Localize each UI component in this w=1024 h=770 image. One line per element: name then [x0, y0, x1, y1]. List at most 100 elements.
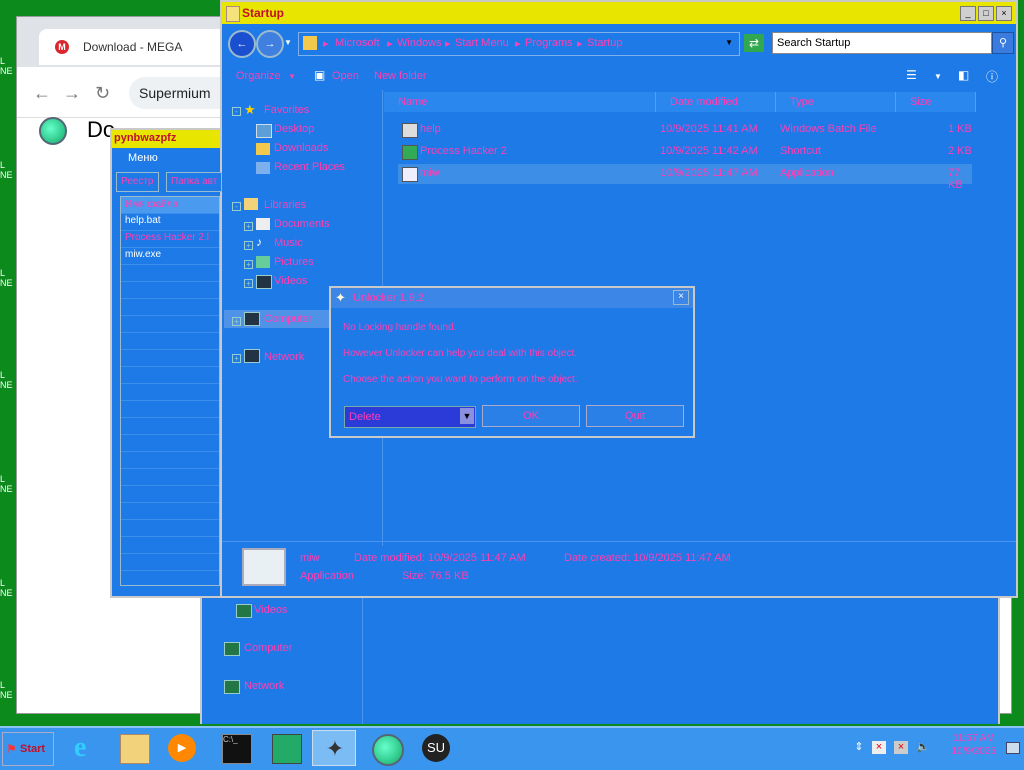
nav-item-videos[interactable]: Videos	[254, 604, 287, 616]
view-list-icon[interactable]: ☰	[906, 68, 917, 82]
search-icon[interactable]: ⚲	[992, 32, 1014, 54]
minimize-button[interactable]: _	[960, 6, 976, 21]
taskbar-file-explorer[interactable]	[112, 730, 156, 766]
nav-item-network[interactable]: Network	[244, 680, 284, 692]
refresh-icon[interactable]: ⇄	[744, 34, 764, 52]
column-header-date[interactable]: Date modified	[656, 92, 776, 112]
batch-file-icon	[402, 123, 418, 138]
expand-icon[interactable]: +	[244, 241, 253, 250]
taskbar-supermium[interactable]: SU	[414, 730, 458, 766]
expand-icon[interactable]: +	[244, 222, 253, 231]
taskbar-network-globe[interactable]	[364, 730, 408, 766]
show-hidden-icons[interactable]: ⇕	[852, 741, 866, 754]
taskbar-command-prompt[interactable]: C:\_	[214, 730, 258, 766]
tab-autostart-folder[interactable]: Папка авт	[166, 172, 223, 192]
file-row[interactable]: Process Hacker 2 10/9/2025 11:42 AM Shor…	[398, 142, 972, 162]
chevron-down-icon[interactable]: ▼	[288, 72, 296, 81]
browser-tab[interactable]: M Download - MEGA	[39, 29, 239, 65]
column-header-type[interactable]: Type	[776, 92, 896, 112]
nav-item-documents[interactable]: Documents	[274, 218, 330, 230]
explorer-titlebar[interactable]: Startup _ □ ×	[222, 2, 1016, 24]
ruswin-titlebar[interactable]: pynbwazpfz	[112, 130, 220, 148]
search-field[interactable]	[772, 32, 992, 54]
file-date: 10/9/2025 11:42 AM	[660, 145, 758, 157]
maximize-button[interactable]: □	[978, 6, 994, 21]
globe-icon	[39, 117, 67, 145]
column-header-name[interactable]: Name	[384, 92, 656, 112]
taskbar-media-player[interactable]: ▶	[160, 730, 204, 766]
nav-item-downloads[interactable]: Downloads	[274, 142, 328, 154]
organize-button[interactable]: Organize	[236, 70, 281, 82]
breadcrumb-item[interactable]: Programs	[525, 37, 573, 49]
file-explorer-icon	[120, 734, 150, 764]
close-button[interactable]: ×	[996, 6, 1012, 21]
expand-icon[interactable]: +	[232, 354, 241, 363]
collapse-icon[interactable]: -	[232, 202, 241, 211]
breadcrumb-item[interactable]: Startup	[587, 37, 622, 49]
forward-arrow-icon[interactable]: →	[63, 83, 81, 104]
nav-item-computer[interactable]: Computer	[264, 313, 312, 325]
taskbar: ⚑ Start e ▶ C:\_ ✦ SU ⇕ × × 🔈 11:57 AM 1…	[0, 726, 1024, 770]
dialog-message: However Unlocker can help you deal with …	[343, 348, 578, 359]
videos-icon	[236, 604, 252, 618]
file-row[interactable]: help 10/9/2025 11:41 AM Windows Batch Fi…	[398, 120, 972, 140]
taskbar-internet-explorer[interactable]: e	[66, 730, 110, 766]
chevron-down-icon[interactable]: ▼	[934, 72, 942, 81]
nav-item-favorites[interactable]: Favorites	[264, 104, 309, 116]
collapse-icon[interactable]: -	[232, 107, 241, 116]
tab-registry[interactable]: Реестр	[116, 172, 159, 192]
preview-pane-icon[interactable]: ◧	[958, 68, 969, 82]
nav-item-videos[interactable]: Videos	[274, 275, 307, 287]
action-select[interactable]: Delete ▼	[344, 406, 476, 428]
breadcrumb-item[interactable]: Start Menu	[455, 37, 509, 49]
list-item[interactable]: help.bat	[125, 215, 161, 226]
nav-item-desktop[interactable]: Desktop	[274, 123, 314, 135]
help-icon[interactable]: ⓘ	[986, 68, 998, 85]
file-size: 2 KB	[948, 145, 972, 157]
chevron-down-icon[interactable]: ▼	[460, 408, 474, 424]
back-button[interactable]: ←	[228, 30, 256, 58]
dialog-message: Choose the action you want to perform on…	[343, 374, 578, 385]
nav-item-music[interactable]: Music	[274, 237, 303, 249]
computer-icon	[224, 642, 240, 656]
clock[interactable]: 11:57 AM 10/9/2025	[952, 732, 997, 758]
ok-button[interactable]: OK	[482, 405, 580, 427]
dialog-titlebar[interactable]: ✦ Unlocker 1.9.2 ×	[331, 288, 693, 308]
file-type: Application	[780, 167, 834, 179]
taskbar-unlocker[interactable]: ✦	[312, 730, 356, 766]
start-button[interactable]: ⚑ Start	[2, 732, 54, 766]
recent-pages-dropdown-icon[interactable]: ▼	[284, 38, 292, 47]
show-desktop-icon[interactable]	[1006, 742, 1020, 754]
nav-item-computer[interactable]: Computer	[244, 642, 292, 654]
column-header-filename[interactable]: Имя файла	[121, 197, 219, 213]
nav-item-network[interactable]: Network	[264, 351, 304, 363]
breadcrumb-item[interactable]: Windows	[397, 37, 442, 49]
nav-item-libraries[interactable]: Libraries	[264, 199, 306, 211]
nav-item-pictures[interactable]: Pictures	[274, 256, 314, 268]
expand-icon[interactable]: +	[232, 317, 241, 326]
forward-button[interactable]: →	[256, 30, 284, 58]
reload-icon[interactable]: ↻	[95, 83, 110, 104]
nav-item-recent-places[interactable]: Recent Places	[274, 161, 345, 173]
address-bar[interactable]: ▸ Microsoft ▸ Windows ▸ Start Menu ▸ Pro…	[298, 32, 740, 56]
open-button[interactable]: Open	[332, 70, 359, 82]
taskbar-pynbwazpfz[interactable]	[264, 730, 308, 766]
volume-muted-icon[interactable]: 🔈	[916, 741, 930, 754]
action-center-icon[interactable]: ×	[872, 741, 886, 754]
menu-button[interactable]: Меню	[128, 152, 158, 164]
expand-icon[interactable]: +	[244, 260, 253, 269]
new-folder-button[interactable]: New folder	[374, 70, 427, 82]
file-size: 77 KB	[948, 167, 963, 191]
expand-icon[interactable]: +	[244, 279, 253, 288]
breadcrumb-item[interactable]: Microsoft	[335, 37, 380, 49]
list-item[interactable]: Process Hacker 2.l	[125, 232, 209, 243]
list-item[interactable]: miw.exe	[125, 249, 161, 260]
column-header-size[interactable]: Size	[896, 92, 976, 112]
file-row-selected[interactable]: miw 10/9/2025 11:47 AM Application 77 KB	[398, 164, 972, 191]
close-button[interactable]: ×	[673, 290, 689, 305]
network-icon[interactable]: ×	[894, 741, 908, 754]
back-arrow-icon[interactable]: ←	[33, 83, 51, 104]
address-dropdown-icon[interactable]: ▼	[725, 38, 733, 47]
search-input[interactable]	[773, 33, 981, 53]
quit-button[interactable]: Quit	[586, 405, 684, 427]
